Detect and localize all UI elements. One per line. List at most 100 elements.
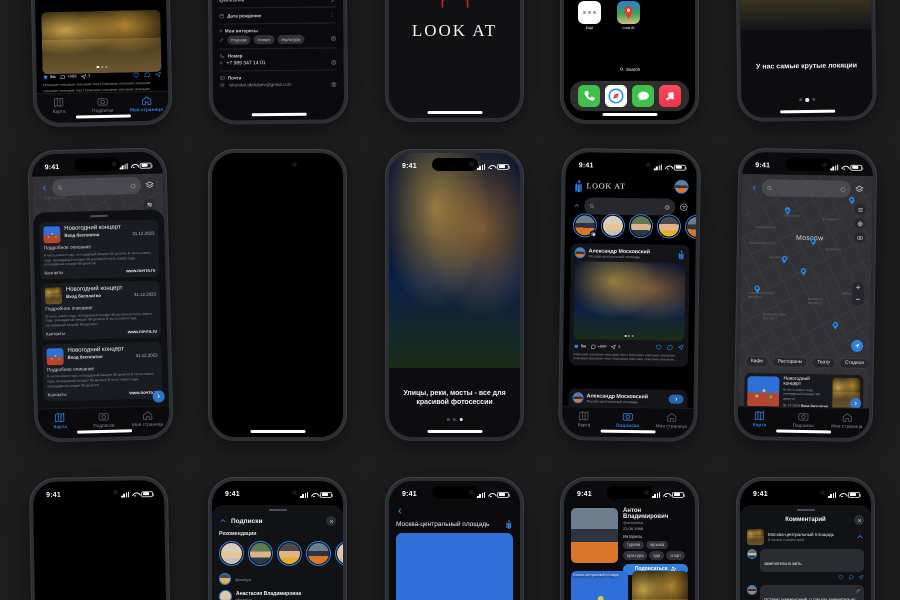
heart-outline-icon[interactable] — [133, 72, 140, 79]
recommendation-avatar[interactable] — [306, 541, 331, 567]
post-actions[interactable]: 5м +999 3 — [573, 342, 684, 351]
tab-my-page[interactable]: Моя страница — [825, 411, 869, 429]
filter-chips[interactable]: Кафе Рестораны Театр Стадион Виз — [744, 355, 870, 370]
comment-item[interactable]: замечательно жить. — [747, 549, 864, 573]
tab-subscriptions[interactable]: Подписки — [606, 411, 650, 429]
search-row[interactable] — [41, 176, 154, 197]
avatar[interactable] — [674, 179, 689, 194]
event-sheet[interactable]: Новогодний концерт Вход бесплатно 31.12.… — [32, 209, 169, 409]
map-pin[interactable] — [754, 285, 760, 293]
zoom-out-button[interactable]: − — [855, 294, 861, 306]
gear-icon[interactable] — [330, 36, 336, 42]
back-chevron-icon[interactable] — [751, 184, 758, 191]
stories-row[interactable] — [572, 213, 697, 240]
tab-map[interactable]: Карта — [738, 410, 782, 428]
comments-sheet[interactable]: Комментарий Москва-центральный площадь В… — [740, 505, 871, 600]
field-mail-value-row[interactable]: iskandar.abduloev@gmail.com — [220, 81, 337, 92]
back-chevron-icon[interactable] — [41, 184, 48, 191]
recommendation-avatar[interactable] — [248, 541, 273, 567]
share-icon[interactable] — [858, 574, 864, 581]
filter-chip[interactable]: Театр — [811, 357, 837, 369]
avatar[interactable] — [219, 590, 232, 600]
music-icon[interactable] — [659, 85, 682, 107]
page-dots[interactable] — [446, 417, 463, 421]
event-card[interactable]: Новогодний концерт Вход бесплатно 31.12.… — [40, 280, 162, 341]
story-avatar[interactable] — [628, 213, 654, 239]
gear-icon[interactable] — [331, 81, 337, 87]
search-row[interactable] — [751, 179, 864, 198]
chevron-up-icon[interactable] — [856, 533, 864, 541]
avatar[interactable] — [572, 392, 584, 404]
filter-circle-icon[interactable] — [679, 203, 688, 212]
contacts-value[interactable]: www.почта.ru — [128, 329, 157, 335]
next-arrow-button[interactable] — [152, 390, 165, 403]
tab-my-page[interactable]: Моя страница — [649, 411, 693, 429]
list-item[interactable]: Анастасия Владимировна @nastya — [219, 590, 336, 600]
close-icon[interactable] — [854, 515, 864, 526]
edit-icon[interactable] — [219, 38, 224, 43]
tab-subscriptions[interactable]: Подписки — [781, 411, 825, 429]
safari-icon[interactable] — [604, 85, 627, 107]
interest-tags[interactable]: #туризм #спорт #культура — [219, 34, 337, 50]
clear-icon[interactable] — [664, 204, 670, 210]
map-pin[interactable] — [785, 207, 791, 215]
search-input[interactable] — [761, 179, 852, 198]
dock[interactable] — [570, 81, 689, 111]
chevron-up-icon[interactable] — [573, 202, 580, 209]
photo-tile[interactable]: Москва-центральный площадь 5м +999 — [571, 571, 628, 600]
chevron-up-icon[interactable] — [219, 517, 227, 525]
tag-item[interactable]: #культура — [277, 34, 305, 44]
comment-actions[interactable] — [747, 574, 864, 581]
tag-item[interactable]: спорт — [666, 551, 685, 560]
map-pin[interactable] — [810, 238, 816, 246]
clear-icon[interactable] — [130, 183, 136, 189]
event-card[interactable]: Новогодний концерт Вход бесплатно 31.12.… — [42, 341, 165, 403]
story-avatar[interactable] — [600, 213, 626, 238]
avatar[interactable] — [747, 549, 757, 560]
filter-chip[interactable]: Рестораны — [771, 356, 809, 369]
photo-tile[interactable]: 5м +999 3 — [631, 571, 688, 600]
recommendation-avatars[interactable] — [219, 541, 343, 567]
story-avatar[interactable] — [656, 214, 682, 239]
comment-bubble-icon[interactable] — [144, 71, 151, 78]
tab-subscriptions[interactable]: Подписки — [82, 410, 126, 428]
post-actions[interactable]: 5м +999 3 — [43, 71, 162, 80]
next-arrow-button[interactable] — [668, 394, 684, 404]
post-location[interactable]: Москва-центральный площадь — [586, 399, 665, 404]
zoom-in-button[interactable]: + — [856, 282, 861, 294]
sheet-grabber[interactable] — [89, 214, 108, 218]
tab-map[interactable]: Карта — [38, 412, 82, 430]
globe-button[interactable] — [854, 217, 866, 230]
recommendation-avatar[interactable] — [277, 541, 302, 567]
tab-subscriptions[interactable]: Подписки — [81, 96, 125, 114]
tab-bar[interactable]: Карта Подписки Моя страница — [737, 405, 870, 439]
comment-bubble-icon[interactable] — [666, 344, 673, 351]
filter-chip[interactable]: Стадион — [838, 357, 870, 370]
avatar[interactable] — [574, 247, 586, 259]
app-icon-folder[interactable]: Ещё — [578, 1, 601, 30]
post-photo[interactable] — [573, 261, 686, 341]
more-icon[interactable]: ⋮ — [329, 11, 336, 18]
map-pin[interactable] — [781, 256, 787, 264]
tag-item[interactable]: туризм — [623, 540, 645, 549]
messages-icon[interactable] — [632, 85, 655, 107]
clear-icon[interactable] — [840, 186, 846, 192]
avatar[interactable] — [219, 573, 231, 586]
filter-chip[interactable]: Кафе — [744, 355, 770, 368]
subscriptions-sheet[interactable]: Подписки Рекомендации @nastya Анастасия … — [212, 505, 343, 600]
story-avatar[interactable] — [684, 214, 697, 240]
tag-item[interactable]: культура — [623, 551, 648, 560]
field-birthdate[interactable]: Дата рождение ⋮ — [219, 7, 337, 25]
share-icon[interactable] — [677, 344, 684, 351]
post-location[interactable]: Москва-центральный площадь — [589, 254, 675, 259]
tag-item[interactable]: еда — [649, 551, 665, 560]
map-pin[interactable] — [832, 322, 838, 330]
tab-my-page[interactable]: Моя страница — [125, 409, 169, 427]
share-icon[interactable] — [155, 71, 162, 79]
tab-map[interactable]: Карта — [37, 96, 81, 114]
sheet-grabber[interactable] — [268, 509, 287, 512]
contacts-value[interactable]: www.почта.ru — [126, 268, 155, 274]
filter-button[interactable] — [854, 203, 866, 216]
tag-item[interactable]: #туризм — [226, 35, 251, 45]
back-chevron-icon[interactable] — [573, 510, 580, 517]
